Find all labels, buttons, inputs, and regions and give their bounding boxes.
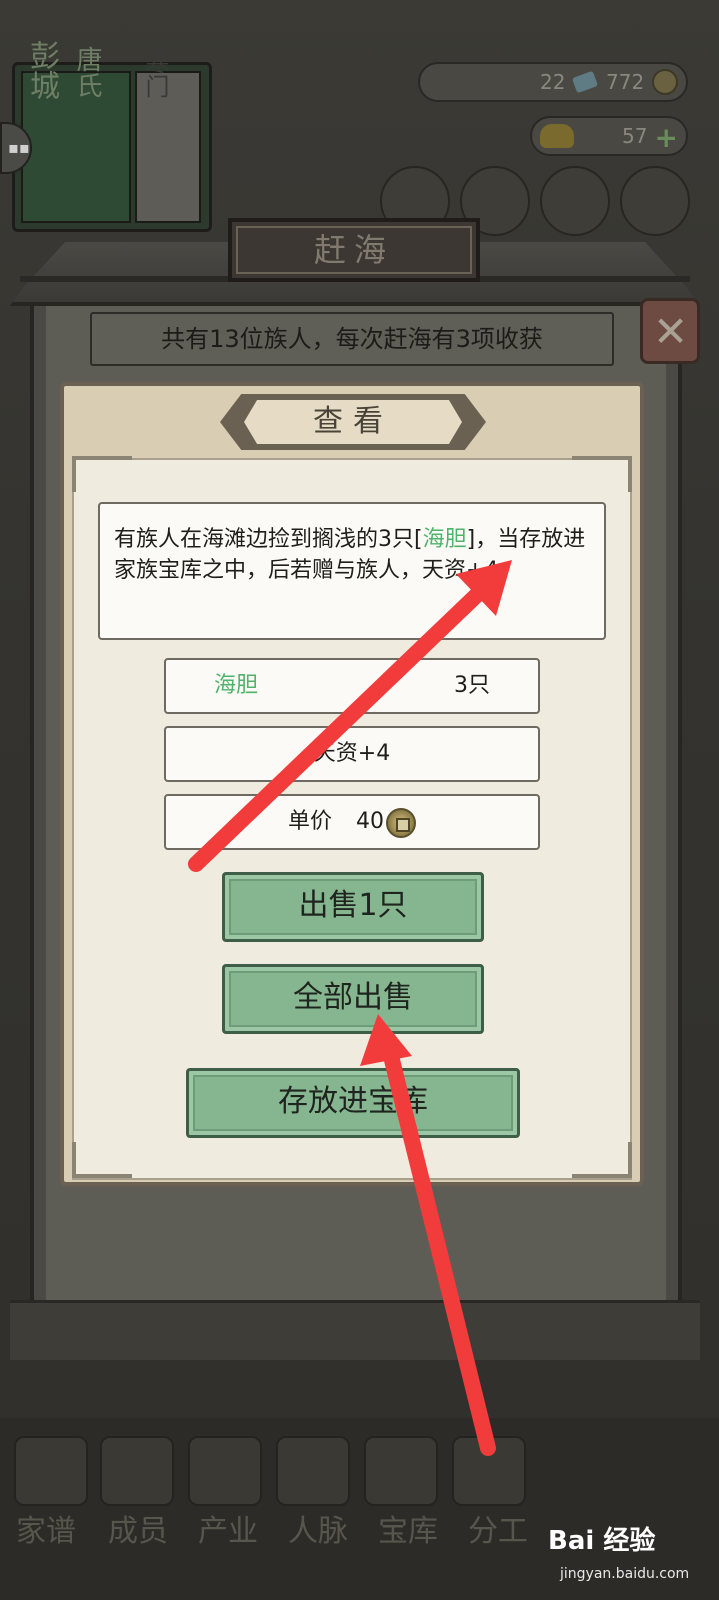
family-book-title-left: 彭城	[24, 40, 59, 100]
nav-industry[interactable]: 产业	[186, 1506, 270, 1550]
description-item-name: 海胆	[422, 527, 467, 552]
frame-corner-ornament	[72, 456, 132, 492]
currency-bar-gold: 57 +	[530, 116, 688, 156]
background-event-icon	[540, 166, 610, 236]
background-event-icon	[620, 166, 690, 236]
modal-title: 赶海	[228, 218, 480, 282]
watermark-url: jingyan.baidu.com	[560, 1566, 690, 1582]
price-value: 40	[356, 809, 384, 834]
ticket-count: 22	[540, 70, 566, 94]
gold-ingot-icon	[540, 124, 574, 148]
item-effect: 天资+4	[313, 741, 391, 766]
dialog-title: 查看	[244, 400, 462, 444]
nav-network[interactable]: 人脉	[276, 1506, 360, 1550]
family-book-title-mid: 唐氏	[72, 46, 102, 98]
close-x-icon: ✕	[653, 307, 689, 356]
nav-members-icon	[100, 1436, 174, 1506]
frame-corner-ornament	[572, 456, 632, 492]
nav-treasury-icon	[364, 1436, 438, 1506]
item-description: 有族人在海滩边捡到搁浅的3只[海胆]，当存放进家族宝库之中，后若赠与族人，天资+…	[98, 502, 606, 640]
sell-one-button[interactable]: 出售1只	[222, 872, 484, 942]
coin-count: 772	[606, 70, 645, 94]
nav-members[interactable]: 成员	[96, 1506, 180, 1550]
nav-division[interactable]: 分工	[456, 1506, 540, 1550]
add-gold-icon[interactable]: +	[655, 120, 678, 156]
item-quantity-row: 海胆 3只	[164, 658, 540, 714]
nav-family-tree-icon	[14, 1436, 88, 1506]
gold-count: 57	[622, 124, 648, 148]
watermark-brand: Bai 经验	[548, 1526, 656, 1556]
currency-bar-top: 22 772	[418, 62, 688, 102]
store-in-treasury-button[interactable]: 存放进宝库	[186, 1068, 520, 1138]
ticket-icon	[571, 70, 599, 94]
item-count: 3只	[454, 673, 490, 698]
nav-treasury[interactable]: 宝库	[366, 1506, 450, 1550]
sell-all-button[interactable]: 全部出售	[222, 964, 484, 1034]
item-name: 海胆	[214, 673, 259, 698]
harvest-info-bar: 共有13位族人，每次赶海有3项收获	[90, 312, 614, 366]
item-effect-row: 天资+4	[164, 726, 540, 782]
nav-division-icon	[452, 1436, 526, 1506]
item-price-row: 单价 40	[164, 794, 540, 850]
modal-footer	[10, 1300, 700, 1360]
frame-corner-ornament	[572, 1142, 632, 1178]
family-book-title-right: 寒门	[141, 50, 169, 98]
nav-industry-icon	[188, 1436, 262, 1506]
nav-family-tree[interactable]: 家谱	[4, 1506, 88, 1550]
nav-network-icon	[276, 1436, 350, 1506]
coin-icon	[652, 69, 678, 95]
description-text-pre: 有族人在海滩边捡到搁浅的3只[	[114, 527, 423, 552]
price-label: 单价	[288, 809, 333, 834]
copper-coin-icon	[386, 808, 416, 838]
frame-corner-ornament	[72, 1142, 132, 1178]
close-button[interactable]: ✕	[640, 298, 700, 364]
